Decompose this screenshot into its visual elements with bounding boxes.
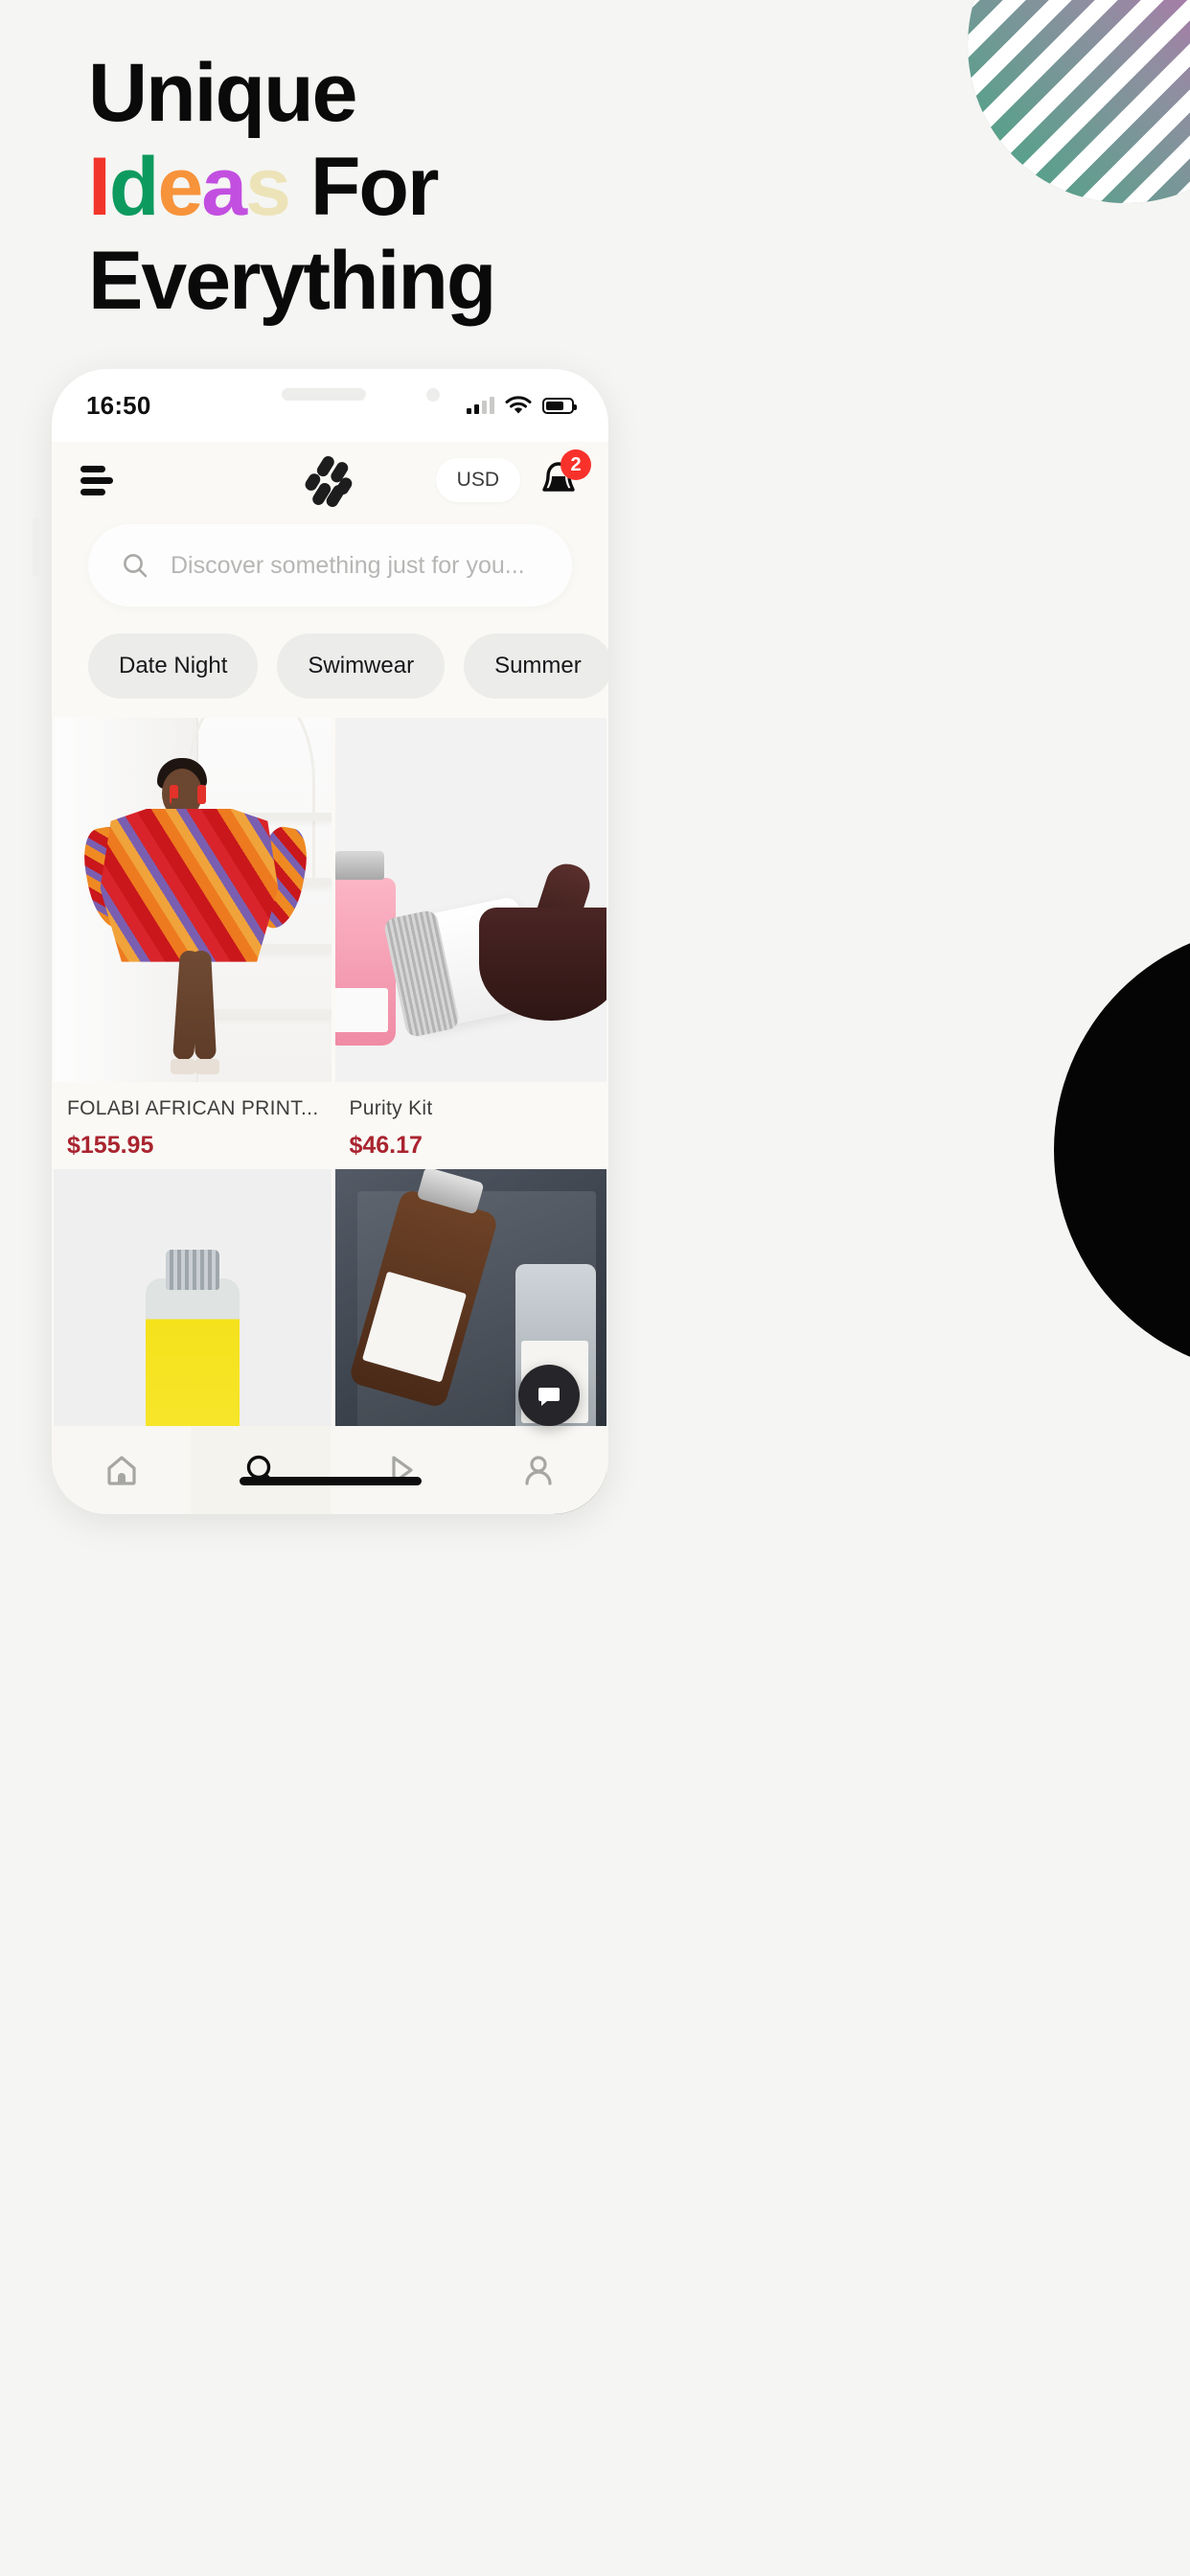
home-icon <box>107 1456 136 1485</box>
search-section: Discover something just for you... <box>52 518 608 607</box>
headline-line-2: Ideas For <box>88 140 816 234</box>
brand-logo-icon[interactable] <box>301 450 360 510</box>
wifi-icon <box>505 396 532 414</box>
headline-line-1: Unique <box>88 47 357 139</box>
product-image-dress[interactable] <box>54 718 332 1082</box>
notification-badge: 2 <box>561 449 591 480</box>
bottom-navigation <box>52 1426 608 1514</box>
category-chip-list[interactable]: Date Night Swimwear Summer <box>52 607 608 718</box>
product-meta: Purity Kit $46.17 <box>335 1082 606 1169</box>
page-title: Unique Ideas For Everything <box>88 46 816 328</box>
notch-speaker <box>281 388 366 401</box>
headline-char-i: I <box>88 141 111 233</box>
nav-home[interactable] <box>52 1426 191 1514</box>
app-screen: USD 2 Discover something just for you... <box>52 442 608 1514</box>
chip-date-night[interactable]: Date Night <box>88 633 259 699</box>
chip-summer[interactable]: Summer <box>464 633 608 699</box>
notch-camera <box>425 388 440 402</box>
notifications-button[interactable]: 2 <box>538 449 591 503</box>
product-card[interactable]: Purity Kit $46.17 <box>335 718 606 1169</box>
search-placeholder: Discover something just for you... <box>171 551 525 579</box>
headline-line-3: Everything <box>88 235 496 327</box>
nav-search[interactable] <box>191 1426 331 1514</box>
nav-video[interactable] <box>331 1426 469 1514</box>
battery-icon <box>542 397 577 414</box>
nav-profile[interactable] <box>469 1426 608 1514</box>
phone-mockup: 16:50 USD 2 Discover something just for … <box>52 369 608 1514</box>
phone-side-button <box>33 518 40 577</box>
black-circle-decoration <box>1054 925 1190 1375</box>
currency-selector[interactable]: USD <box>435 458 520 502</box>
product-card[interactable]: FOLABI AFRICAN PRINT... $155.95 <box>54 718 332 1169</box>
chat-button[interactable] <box>518 1365 580 1426</box>
product-title: FOLABI AFRICAN PRINT... <box>67 1097 319 1119</box>
hamburger-menu-icon[interactable] <box>80 465 113 495</box>
headline-char-d: d <box>108 141 160 233</box>
product-price: $46.17 <box>349 1132 423 1159</box>
headline-char-s: s <box>245 141 291 233</box>
status-indicators <box>467 396 577 415</box>
cellular-signal-icon <box>467 397 494 414</box>
search-input[interactable]: Discover something just for you... <box>88 524 572 607</box>
chip-swimwear[interactable]: Swimwear <box>277 633 446 699</box>
search-icon <box>124 554 148 578</box>
profile-person-icon <box>525 1456 552 1485</box>
chat-bubble-icon <box>538 1388 560 1406</box>
product-price: $155.95 <box>67 1132 154 1159</box>
app-header: USD 2 <box>52 442 608 518</box>
product-title: Purity Kit <box>349 1097 433 1119</box>
stripe-pattern <box>968 0 1190 203</box>
headline-char-e: e <box>157 141 203 233</box>
status-bar: 16:50 <box>52 369 608 442</box>
home-indicator <box>239 1477 422 1485</box>
striped-gradient-circle <box>968 0 1190 203</box>
app-header-actions: USD 2 <box>435 449 591 503</box>
product-image-purity-kit[interactable] <box>335 718 606 1082</box>
headline-suffix-for: For <box>288 141 440 233</box>
status-time: 16:50 <box>86 390 151 420</box>
product-meta: FOLABI AFRICAN PRINT... $155.95 <box>54 1082 332 1169</box>
headline-char-a: a <box>201 141 247 233</box>
